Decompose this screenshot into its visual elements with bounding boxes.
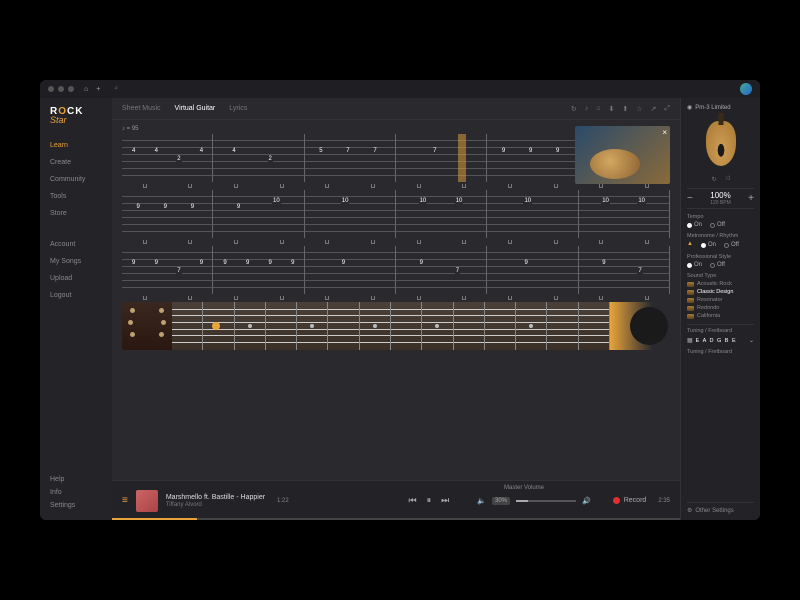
finger-position [212,322,220,330]
volume-down-icon[interactable]: 🔈 [477,497,486,505]
device-header[interactable]: ◉ Pm-3 Limited [687,104,754,111]
titlebar: ⌂ + ⌕ [40,80,760,98]
guitar-body [610,302,670,350]
tempo-label: Tempo [687,214,754,220]
download-icon[interactable]: ⬇ [608,105,614,113]
metronome-label: Metronome / Rhythm [687,233,754,239]
window-min-dot[interactable] [58,86,64,92]
right-panel: ◉ Pm-3 Limited ↻ ⤨ − 100% 120 BPM + Temp… [680,98,760,520]
sound-classic-design[interactable]: Classic Design [687,289,754,295]
record-button[interactable]: Record [613,497,647,504]
track-info: Marshmello ft. Bastille - Happier Tiffan… [166,494,265,508]
record-icon [613,497,620,504]
tab-staff-3[interactable]: 9979 9999 9 97 9 97 [122,246,670,294]
add-icon[interactable]: + [96,86,100,93]
expand-icon[interactable]: ⤢ [664,105,670,113]
prof-off[interactable]: Off [710,262,725,268]
shuffle-icon[interactable]: ⤨ [725,176,730,183]
tab-virtual-guitar[interactable]: Virtual Guitar [175,105,216,112]
nav-store[interactable]: Store [50,207,102,220]
playhead [458,134,466,182]
metronome-off[interactable]: Off [724,242,739,248]
volume-slider[interactable] [516,500,576,502]
pause-icon[interactable]: ⏸ [427,495,432,506]
loop-icon[interactable]: ↻ [712,176,717,183]
prof-on[interactable]: On [687,262,702,268]
share-icon[interactable]: ↗ [651,105,657,113]
bpm-value: 120 BPM [710,200,731,206]
tuning-icon: ▦ [687,337,693,344]
link-icon[interactable]: ♪ [585,105,589,113]
upload-icon[interactable]: ⬆ [622,105,628,113]
nav-info[interactable]: Info [50,486,102,499]
nav-settings[interactable]: Settings [50,499,102,512]
tuning-notes: E A D G B E [696,338,737,344]
history-icon[interactable]: ↻ [571,105,577,113]
other-settings[interactable]: ⚙ Other Settings [687,502,754,514]
album-art[interactable] [136,490,158,512]
home-tab-icon[interactable]: ⌂ [596,105,600,113]
total-time: 2:35 [658,498,670,504]
zoom-value: 100% [710,191,731,200]
device-icon: ◉ [687,104,692,111]
app-logo: ROCK Star [50,106,102,125]
tempo-on[interactable]: On [687,222,702,228]
tab-lyrics[interactable]: Lyrics [229,105,247,112]
zoom-in-icon[interactable]: + [748,193,754,204]
sound-resonator[interactable]: Resonator [687,297,754,303]
virtual-fretboard[interactable] [122,302,670,350]
nav-tools[interactable]: Tools [50,190,102,203]
tab-staff-2[interactable]: 999 910 10 1010 10 1010 [122,190,670,238]
prof-style-label: Professional Style [687,254,754,260]
close-icon[interactable]: × [662,128,667,137]
nav-create[interactable]: Create [50,156,102,169]
video-preview[interactable]: × [575,126,670,184]
nav-my-songs[interactable]: My Songs [50,255,102,268]
sound-redondo[interactable]: Redondo [687,305,754,311]
tab-bar: Sheet Music Virtual Guitar Lyrics ↻ ♪ ⌂ … [112,98,680,120]
current-time: 1:22 [277,498,289,504]
sidebar: ROCK Star Learn Create Community Tools S… [40,98,112,520]
nav-upload[interactable]: Upload [50,272,102,285]
star-icon[interactable]: ☆ [636,105,642,113]
nav-account[interactable]: Account [50,238,102,251]
search-icon[interactable]: ⌕ [114,85,118,93]
guitar-neck[interactable] [172,302,610,350]
window-close-dot[interactable] [48,86,54,92]
user-avatar[interactable] [740,83,752,95]
volume-up-icon[interactable]: 🔊 [582,497,591,505]
metronome-icon: ▲ [687,241,693,249]
home-icon[interactable]: ⌂ [84,86,88,93]
metronome-on[interactable]: On [701,242,716,248]
progress-bar[interactable] [112,518,680,520]
tuning2-label: Tuning / Fretboard [687,349,754,355]
sound-type-label: Sound Type [687,273,754,279]
guitar-preview [687,116,754,171]
prev-icon[interactable]: ⏮ [409,495,417,506]
volume-percent: 30% [492,497,510,505]
nav-help[interactable]: Help [50,473,102,486]
gear-icon: ⚙ [687,507,692,514]
sound-california[interactable]: California [687,313,754,319]
zoom-out-icon[interactable]: − [687,193,693,204]
window-max-dot[interactable] [68,86,74,92]
main-area: Sheet Music Virtual Guitar Lyrics ↻ ♪ ⌂ … [112,98,680,520]
tuning-label: Tuning / Fretboard [687,328,754,334]
track-title: Marshmello ft. Bastille - Happier [166,494,265,501]
chevron-down-icon[interactable]: ⌄ [749,337,754,344]
tempo-off[interactable]: Off [710,222,725,228]
next-icon[interactable]: ⏭ [441,495,449,506]
queue-icon[interactable]: ≡ [122,495,128,506]
app-window: ⌂ + ⌕ ROCK Star Learn Create Community T… [40,80,760,520]
tab-sheet-music[interactable]: Sheet Music [122,105,161,112]
nav-learn[interactable]: Learn [50,139,102,152]
volume-label: Master Volume [504,485,544,491]
player-bar: ≡ Marshmello ft. Bastille - Happier Tiff… [112,480,680,520]
nav-community[interactable]: Community [50,173,102,186]
sound-acoustic-rock[interactable]: Acoustic Rock [687,281,754,287]
track-artist: Tiffany Alvord [166,502,265,508]
headstock [122,302,172,350]
nav-logout[interactable]: Logout [50,289,102,302]
tab-content: ♪ = 95 4424 42 577 7 999 9 × [112,120,680,480]
